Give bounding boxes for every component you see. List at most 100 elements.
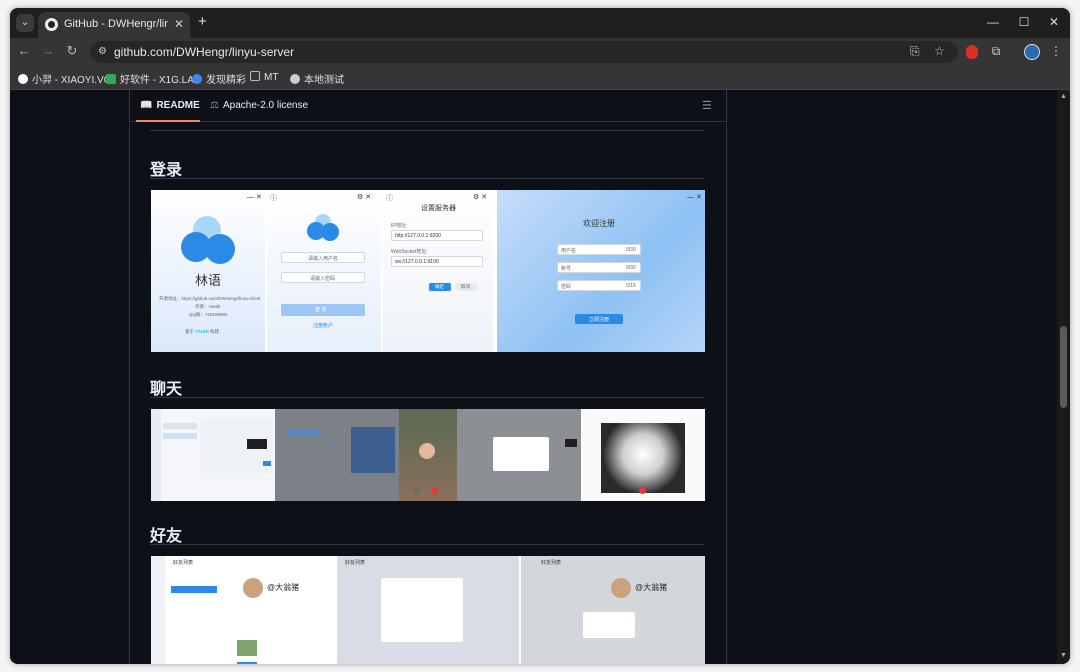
bookmark-item[interactable]: 好软件 - X1G.LA: [106, 71, 194, 86]
register-link[interactable]: 注册账户: [313, 322, 333, 329]
login-screenshot[interactable]: — ✕ 林语 开源地址：https://github.com/DWHengr/l…: [151, 190, 705, 352]
message-bubble: [247, 439, 267, 449]
group-dialog: [381, 578, 463, 642]
address-bar[interactable]: ⚙ github.com/DWHengr/linyu-server ⎘ ☆: [90, 41, 958, 63]
reg-password-field[interactable]: 密码 0/16: [557, 280, 641, 291]
section-heading-chat: 聊天: [150, 379, 183, 398]
photo-thumb: [237, 640, 257, 656]
ws-label: WebSocket地址:: [391, 249, 428, 255]
logo-icon-part: [205, 234, 235, 264]
bookmark-item[interactable]: 本地测试: [290, 71, 344, 86]
chat-panel-2: [275, 409, 399, 501]
book-icon: 📖: [140, 100, 153, 111]
maximize-button[interactable]: ☐: [1014, 15, 1034, 29]
forward-button[interactable]: →: [40, 43, 56, 58]
scroll-thumb[interactable]: [1060, 326, 1067, 408]
password-field[interactable]: 请输入密码: [281, 272, 365, 283]
bookmark-star-icon[interactable]: ☆: [934, 44, 945, 58]
close-window-button[interactable]: ✕: [1044, 15, 1064, 29]
tab-title: GitHub - DWHengr/linyu-server: [64, 18, 168, 30]
friends-list-title: 好友列表: [345, 560, 366, 566]
confirm-button[interactable]: 确定: [429, 283, 451, 291]
friends-panel-2: 好友列表: [337, 556, 519, 664]
friend-avatar: [611, 578, 631, 598]
window-controls: ⚙ ✕: [357, 194, 372, 201]
scroll-up-arrow[interactable]: ▲: [1060, 93, 1067, 100]
section-heading-friends: 好友: [150, 526, 183, 545]
chat-panel-5: [581, 409, 705, 501]
github-icon: [45, 18, 58, 31]
profile-avatar[interactable]: [1024, 44, 1040, 60]
reg-account-field[interactable]: 账号 0/30: [557, 262, 641, 273]
reload-button[interactable]: ↻: [64, 43, 80, 59]
page-content: 📖 README ⚖ Apache-2.0 license ☰ 登录 — ✕ 林语 …: [10, 90, 1070, 664]
chat-panel-4: [457, 409, 581, 501]
minimize-button[interactable]: —: [983, 15, 1003, 29]
extensions-puzzle-icon[interactable]: ⧉: [988, 44, 1004, 59]
tab-close-icon[interactable]: ✕: [174, 17, 184, 31]
menu-kebab-icon[interactable]: ⋮: [1048, 44, 1064, 58]
username-field[interactable]: 请输入用户名: [281, 252, 365, 263]
register-button[interactable]: 立即注册: [575, 314, 623, 324]
app-name: 林语: [194, 274, 221, 289]
profile-name: @大翁猪: [267, 583, 300, 592]
friends-panel-1: 好友列表 @大翁猪: [151, 556, 335, 664]
divider: [150, 130, 705, 131]
friends-panel-3: 好友列表 @大翁猪: [521, 556, 705, 664]
friends-screenshot[interactable]: 好友列表 @大翁猪 好友列表 好友列表 @大翁猪: [151, 556, 705, 664]
browser-tab[interactable]: GitHub - DWHengr/linyu-server ✕: [38, 12, 190, 38]
server-settings-panel: ⓘ ⚙ ✕ 设置服务器 IP地址: http://127.0.0.1:9200 …: [383, 190, 493, 352]
bookmarks-bar: 小羿 - XIAOYI.VC 好软件 - X1G.LA 发现精彩 MT 本地测试: [10, 66, 1070, 90]
ws-field[interactable]: ws://127.0.0.1:9100: [391, 256, 483, 267]
tab-license[interactable]: ⚖ Apache-2.0 license: [210, 100, 308, 111]
extension-icon[interactable]: [966, 45, 978, 59]
new-tab-button[interactable]: +: [198, 13, 207, 30]
info-icon: ⓘ: [386, 195, 393, 202]
scroll-down-arrow[interactable]: ▼: [1060, 652, 1067, 659]
avatar: [419, 443, 435, 459]
site-info-icon[interactable]: ⚙: [98, 46, 107, 57]
hangup-icon[interactable]: [431, 487, 438, 494]
chat-screenshot[interactable]: [151, 409, 705, 501]
qq-group: QQ群：729158695: [189, 312, 228, 317]
tab-search-button[interactable]: ⌄: [16, 14, 34, 32]
bookmark-item[interactable]: 小羿 - XIAOYI.VC: [18, 71, 111, 86]
action-button: [237, 662, 257, 664]
globe-icon: [290, 74, 300, 84]
section-heading-login: 登录: [150, 160, 183, 179]
close-preview-icon[interactable]: [639, 487, 646, 494]
page-scrollbar[interactable]: ▲ ▼: [1057, 90, 1070, 664]
splash-panel: — ✕ 林语 开源地址：https://github.com/DWHengr/l…: [151, 190, 265, 352]
window-controls: — ✕: [687, 194, 702, 201]
outline-list-icon[interactable]: ☰: [702, 99, 712, 112]
readme-container: 📖 README ⚖ Apache-2.0 license ☰ 登录 — ✕ 林语 …: [129, 90, 727, 664]
server-title: 设置服务器: [421, 205, 456, 212]
ip-field[interactable]: http://127.0.0.1:9200: [391, 230, 483, 241]
message-bubble: [565, 439, 577, 447]
mute-icon[interactable]: [413, 487, 420, 494]
author: 作者：Heath: [195, 304, 221, 309]
bookmark-folder[interactable]: MT: [250, 71, 278, 83]
tab-readme[interactable]: 📖 README: [140, 100, 200, 111]
browser-window: ⌄ GitHub - DWHengr/linyu-server ✕ + — ☐ …: [10, 8, 1070, 664]
friends-list-title: 好友列表: [173, 560, 194, 566]
install-app-icon[interactable]: ⎘: [910, 44, 920, 59]
bookmark-item[interactable]: 发现精彩: [192, 71, 246, 86]
reg-username-field[interactable]: 用户名 0/30: [557, 244, 641, 255]
login-button[interactable]: 登 录: [281, 304, 365, 316]
cancel-button[interactable]: 取消: [455, 283, 477, 291]
bookmark-icon: [18, 74, 28, 84]
folder-icon: [250, 71, 260, 81]
video-call-panel: [399, 409, 457, 501]
side-nav: [151, 556, 165, 664]
remark-dialog: [583, 612, 635, 638]
voice-dialog: [493, 437, 549, 471]
back-button[interactable]: ←: [16, 43, 32, 58]
friend-avatar: [243, 578, 263, 598]
window-controls: — ✕: [247, 194, 262, 201]
tab-strip: ⌄ GitHub - DWHengr/linyu-server ✕ + — ☐ …: [10, 8, 1070, 38]
active-tab-indicator: [136, 120, 200, 122]
url-text[interactable]: github.com/DWHengr/linyu-server: [114, 45, 294, 59]
selected-friend: [171, 586, 217, 593]
chat-panel-1: [151, 409, 275, 501]
